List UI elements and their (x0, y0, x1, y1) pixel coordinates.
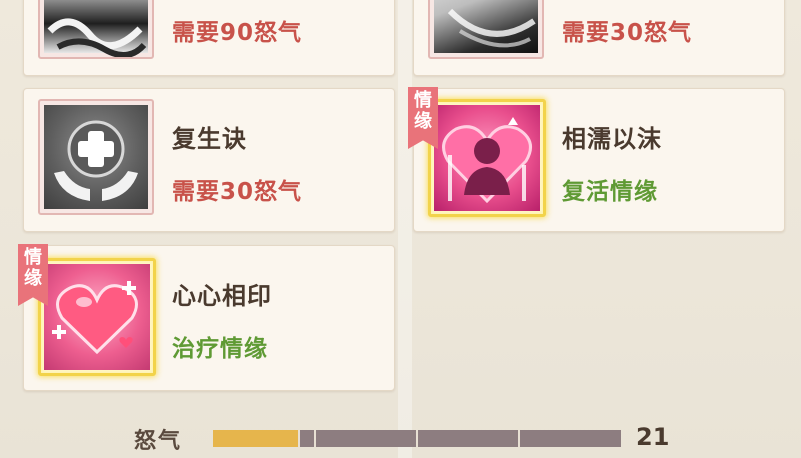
rage-bar-divider (416, 430, 418, 447)
skill-card-bond-heal[interactable]: 情缘 心心相印 治疗情缘 (18, 244, 395, 391)
background-stroke (398, 0, 412, 458)
rage-bar-fill (213, 430, 299, 447)
bond-revive-silhouette-icon (428, 99, 546, 217)
bond-badge: 情缘 (408, 87, 438, 149)
revive-hands-cross-icon (38, 99, 154, 215)
skill-requirement: 需要30怒气 (562, 20, 693, 46)
rage-bar-divider (314, 430, 316, 447)
skill-card-top-left[interactable]: 需要90怒气 (23, 0, 395, 76)
skill-effect: 复活情缘 (562, 179, 658, 205)
rage-value: 21 (636, 423, 670, 451)
skill-title: 相濡以沫 (562, 125, 662, 153)
rage-bar (213, 430, 621, 447)
skill-title: 心心相印 (172, 282, 272, 310)
rage-bar-divider (518, 430, 520, 447)
skill-requirement: 需要30怒气 (172, 179, 303, 205)
rage-bar-divider (297, 430, 300, 447)
bond-heal-heart-icon (38, 258, 156, 376)
bond-badge: 情缘 (18, 244, 48, 306)
wing-skill-icon (428, 0, 544, 59)
rage-label: 怒气 (134, 429, 183, 454)
skill-card-top-right[interactable]: 需要30怒气 (413, 0, 785, 76)
skill-card-bond-revive[interactable]: 情缘 相濡以沫 复活情缘 (408, 87, 785, 232)
skill-card-revive[interactable]: 复生诀 需要30怒气 (23, 88, 395, 232)
skill-requirement: 需要90怒气 (172, 20, 303, 46)
skill-effect: 治疗情缘 (172, 336, 268, 362)
smoke-skill-icon (38, 0, 154, 59)
skill-title: 复生诀 (172, 125, 247, 153)
